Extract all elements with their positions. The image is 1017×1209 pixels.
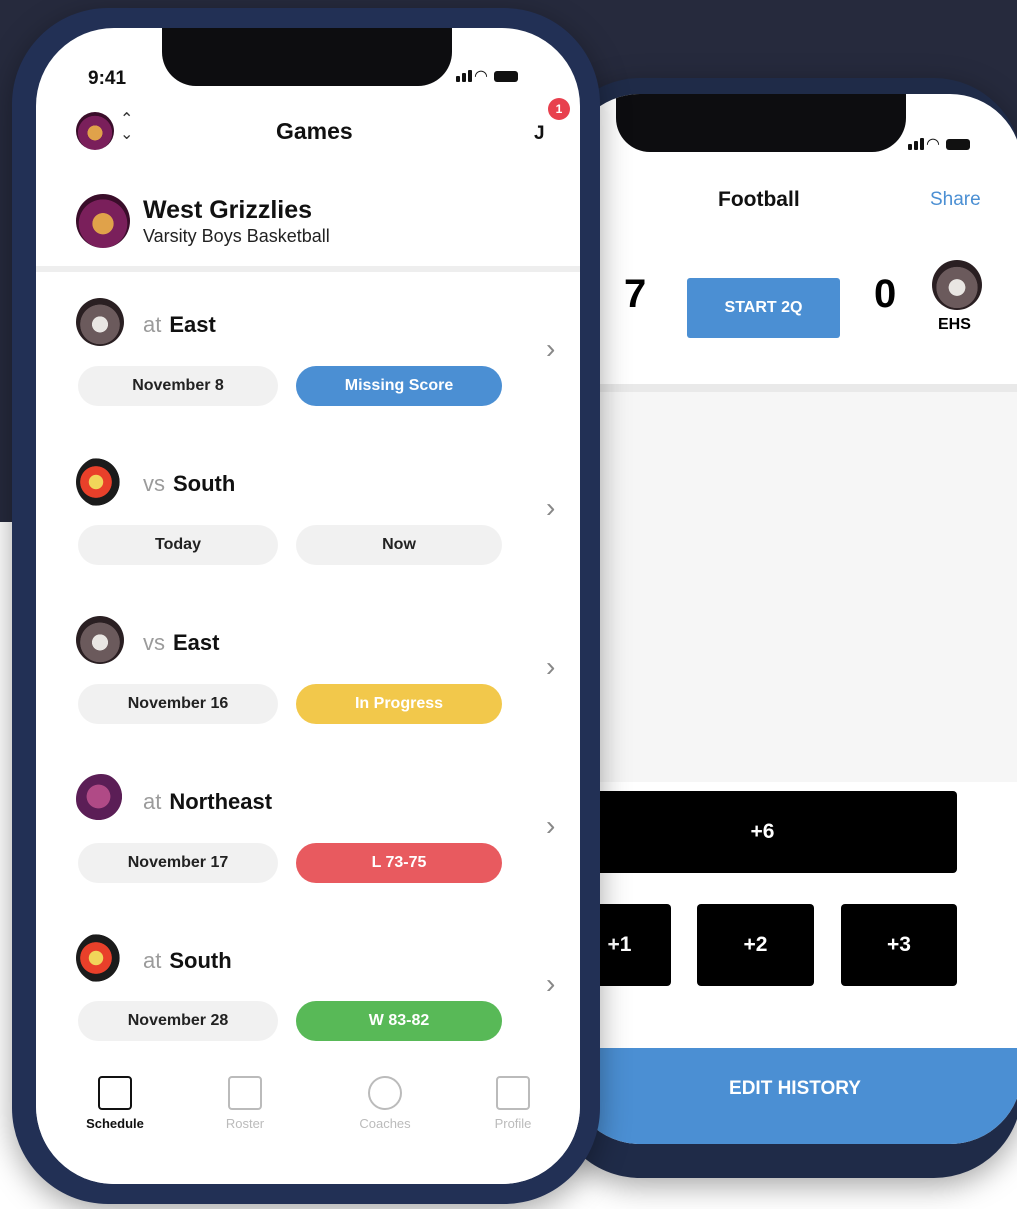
game-title: at Northeast xyxy=(143,789,272,815)
win-result-badge: W 83-82 xyxy=(296,1001,502,1041)
game-opponent: East xyxy=(169,312,216,337)
tab-profile[interactable]: Profile xyxy=(468,1076,558,1131)
game-date: November 8 xyxy=(78,366,278,406)
game-title: at South xyxy=(143,948,232,974)
team-switcher-logo[interactable] xyxy=(76,112,114,150)
game-date: Today xyxy=(78,525,278,565)
notification-badge: 1 xyxy=(548,98,570,120)
sport-title: Football xyxy=(718,188,800,211)
game-date: November 28 xyxy=(78,1001,278,1041)
game-date: November 16 xyxy=(78,684,278,724)
missing-score-badge[interactable]: Missing Score xyxy=(296,366,502,406)
edit-history-button[interactable]: EDIT HISTORY xyxy=(568,1048,1017,1144)
battery-icon xyxy=(945,138,970,150)
team-logo xyxy=(76,194,130,248)
phone-notch xyxy=(162,28,452,86)
signal-icon xyxy=(456,69,474,86)
wolf-logo xyxy=(76,616,124,664)
game-prefix: vs xyxy=(143,630,165,655)
share-button[interactable]: Share xyxy=(930,189,981,211)
wifi-icon: ◠ xyxy=(474,68,490,85)
play-area xyxy=(568,392,1017,782)
schedule-screen: 9:41 ◠ ⌃ ⌄ Games J 1 West Grizzlies Varsi… xyxy=(36,28,580,1184)
game-title: at East xyxy=(143,312,216,338)
eagle-logo xyxy=(76,457,126,507)
eagle-logo xyxy=(76,933,126,983)
game-time: Now xyxy=(296,525,502,565)
game-title: vs East xyxy=(143,630,219,656)
signal-icon xyxy=(908,137,926,154)
start-quarter-button[interactable]: START 2Q xyxy=(687,278,840,338)
tab-label: Roster xyxy=(225,1116,265,1131)
battery-icon xyxy=(493,70,518,82)
chevron-right-icon: › xyxy=(546,810,556,841)
chevron-right-icon: › xyxy=(546,968,556,999)
page-title: Games xyxy=(276,118,353,144)
tab-label: Schedule xyxy=(86,1116,144,1131)
wolf-logo xyxy=(76,298,124,346)
scoring-phone: ◠ Football Share 7 START 2Q 0 EHS +6 +1 … xyxy=(552,78,1017,1178)
game-prefix: at xyxy=(143,948,162,973)
game-prefix: at xyxy=(143,789,162,814)
whistle-icon xyxy=(368,1076,402,1110)
game-prefix: vs xyxy=(143,471,165,496)
tab-coaches[interactable]: Coaches xyxy=(340,1076,430,1131)
chevron-updown-icon[interactable]: ⌃ ⌄ xyxy=(120,112,133,143)
chevron-right-icon: › xyxy=(546,492,556,523)
phone-notch xyxy=(616,94,906,152)
profile-avatar[interactable]: J xyxy=(534,123,545,145)
team-subtitle: Varsity Boys Basketball xyxy=(143,226,330,246)
game-opponent: East xyxy=(173,630,220,655)
section-divider xyxy=(36,266,580,272)
away-score: 0 xyxy=(874,272,897,316)
game-date: November 17 xyxy=(78,843,278,883)
team-name: West Grizzlies xyxy=(143,196,313,224)
scoring-screen: ◠ Football Share 7 START 2Q 0 EHS +6 +1 … xyxy=(568,94,1017,1144)
tab-roster[interactable]: Roster xyxy=(200,1076,290,1131)
score-divider xyxy=(568,384,1017,392)
chevron-right-icon: › xyxy=(546,333,556,364)
in-progress-badge: In Progress xyxy=(296,684,502,724)
tab-label: Coaches xyxy=(359,1116,411,1131)
tab-schedule[interactable]: Schedule xyxy=(70,1076,160,1131)
tab-bar: Schedule Roster Coaches Profile xyxy=(36,1056,580,1184)
plus-two-button[interactable]: +2 xyxy=(697,904,814,986)
game-opponent: South xyxy=(169,948,232,973)
loss-result-badge: L 73-75 xyxy=(296,843,502,883)
edit-icon xyxy=(496,1076,530,1110)
roster-icon xyxy=(228,1076,262,1110)
plus-three-button[interactable]: +3 xyxy=(841,904,957,986)
status-icons: ◠ xyxy=(456,66,518,86)
calendar-icon xyxy=(98,1076,132,1110)
chevron-right-icon: › xyxy=(546,651,556,682)
tab-label: Profile xyxy=(494,1116,532,1131)
game-title: vs South xyxy=(143,471,235,497)
game-opponent: South xyxy=(173,471,236,496)
horse-logo xyxy=(76,774,126,824)
away-team-logo xyxy=(932,260,982,310)
plus-six-button[interactable]: +6 xyxy=(568,791,957,873)
home-score: 7 xyxy=(624,272,647,316)
status-time: 9:41 xyxy=(88,68,127,89)
schedule-phone: 9:41 ◠ ⌃ ⌄ Games J 1 West Grizzlies Varsi… xyxy=(12,8,600,1204)
game-prefix: at xyxy=(143,312,162,337)
status-icons: ◠ xyxy=(908,134,970,154)
away-team-abbr: EHS xyxy=(938,316,971,333)
wifi-icon: ◠ xyxy=(926,136,942,153)
game-opponent: Northeast xyxy=(169,789,273,814)
